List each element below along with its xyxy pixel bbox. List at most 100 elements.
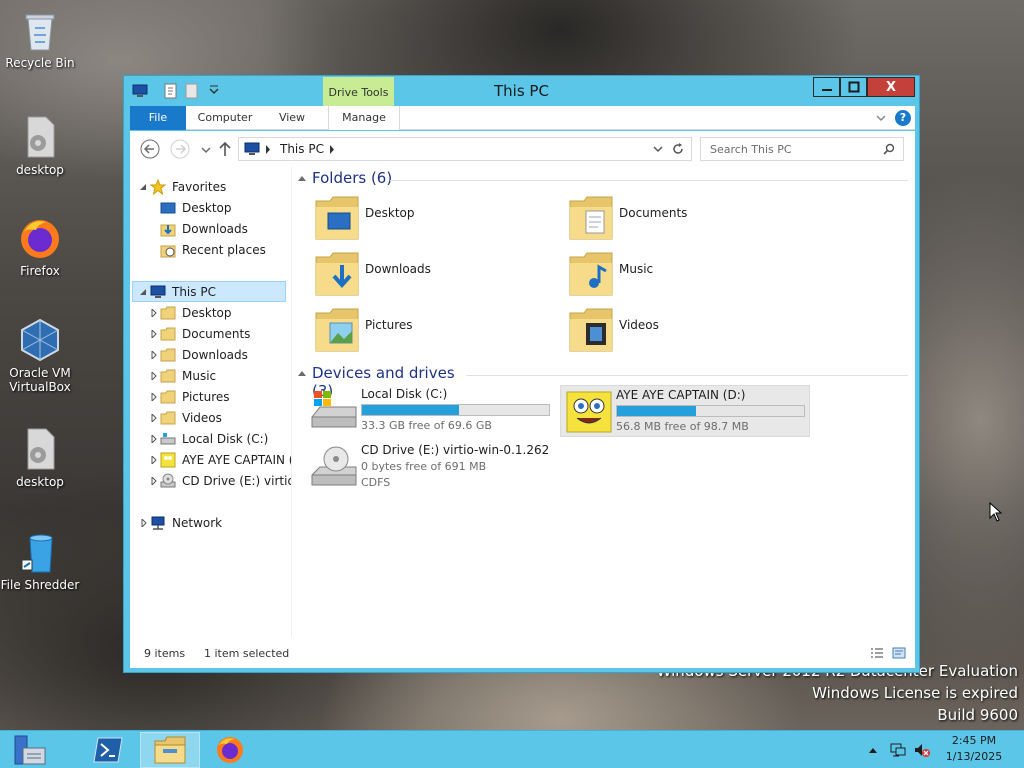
maximize-button[interactable] [840, 77, 867, 97]
folders-group-header[interactable]: Folders (6) [298, 169, 398, 189]
tab-file[interactable]: File [130, 106, 186, 130]
tree-pc-cd-drive[interactable]: CD Drive (E:) virtio-w [130, 471, 291, 492]
expand-ribbon-icon[interactable] [875, 112, 887, 124]
details-view-icon[interactable] [870, 647, 884, 659]
tree-pc-documents[interactable]: Documents [130, 324, 291, 345]
taskbar-clock[interactable]: 2:45 PM 1/13/2025 [936, 733, 1012, 765]
desktop-icon-virtualbox[interactable]: Oracle VM VirtualBox [0, 318, 80, 394]
desktop-icon-recycle-bin[interactable]: Recycle Bin [0, 8, 80, 70]
tree-label: Desktop [182, 306, 232, 320]
tree-pc-downloads[interactable]: Downloads [130, 345, 291, 366]
taskbar-firefox[interactable] [200, 732, 260, 768]
collapsed-arrow-icon[interactable] [150, 393, 158, 401]
folder-name: Desktop [365, 206, 415, 220]
collapsed-arrow-icon[interactable] [150, 477, 158, 485]
title-bar[interactable]: Drive Tools This PC X [124, 76, 919, 106]
tree-label: Recent places [182, 243, 266, 257]
tree-pc-aye-aye-captain[interactable]: AYE AYE CAPTAIN ( [130, 450, 292, 471]
desktop-icon-label: Oracle VM VirtualBox [9, 366, 71, 394]
maximize-icon [848, 81, 859, 93]
show-hidden-icons-icon[interactable] [868, 746, 878, 754]
collapsed-arrow-icon[interactable] [140, 519, 148, 527]
collapsed-arrow-icon[interactable] [150, 330, 158, 338]
tab-computer[interactable]: Computer [194, 106, 256, 130]
tree-fav-recent[interactable]: Recent places [130, 240, 291, 261]
tree-network[interactable]: Network [130, 513, 291, 534]
tree-fav-desktop[interactable]: Desktop [130, 198, 291, 219]
desktop-icon-label: Firefox [20, 264, 60, 278]
drive-tile-e[interactable]: CD Drive (E:) virtio-win-0.1.262 0 bytes… [306, 441, 556, 493]
taskbar-powershell[interactable] [78, 732, 138, 768]
tree-fav-downloads[interactable]: Downloads [130, 219, 291, 240]
folder-tile-documents[interactable]: Documents [560, 191, 810, 243]
recent-places-icon [160, 245, 176, 258]
ribbon-tabs: File Computer View Manage ? [130, 106, 915, 130]
tree-favorites[interactable]: Favorites [130, 177, 291, 198]
help-icon[interactable]: ? [895, 110, 911, 126]
navigation-bar: This PC Search This PC [130, 131, 915, 167]
group-collapse-icon[interactable] [298, 174, 306, 182]
address-dropdown-icon[interactable] [653, 145, 663, 153]
watermark-line: Windows License is expired [812, 684, 1018, 702]
spongebob-drive-icon [566, 391, 612, 433]
collapsed-arrow-icon[interactable] [150, 435, 158, 443]
close-button[interactable]: X [867, 77, 915, 97]
collapsed-arrow-icon[interactable] [150, 351, 158, 359]
up-arrow-icon[interactable] [215, 139, 235, 159]
folder-tile-pictures[interactable]: Pictures [306, 303, 556, 355]
taskbar-server-manager[interactable] [0, 732, 60, 768]
recent-locations-icon[interactable] [196, 139, 216, 159]
back-arrow-icon[interactable] [140, 139, 160, 159]
tree-pc-local-disk[interactable]: Local Disk (C:) [130, 429, 291, 450]
drive-tile-d[interactable]: AYE AYE CAPTAIN (D:) 56.8 MB free of 98.… [560, 385, 810, 437]
taskbar-file-explorer[interactable] [140, 732, 200, 768]
tree-label: Favorites [172, 180, 227, 194]
tree-pc-music[interactable]: Music [130, 366, 291, 387]
tree-label: AYE AYE CAPTAIN ( [182, 453, 292, 467]
volume-muted-icon[interactable] [914, 742, 930, 758]
desktop-icon-firefox[interactable]: Firefox [0, 216, 80, 278]
refresh-icon[interactable] [671, 142, 685, 156]
tree-pc-desktop[interactable]: Desktop [130, 303, 291, 324]
forward-arrow-icon[interactable] [170, 139, 190, 159]
folder-tile-videos[interactable]: Videos [560, 303, 810, 355]
large-icons-view-icon[interactable] [892, 647, 906, 659]
tab-manage[interactable]: Manage [328, 106, 400, 130]
tab-view[interactable]: View [270, 106, 314, 130]
folder-tile-downloads[interactable]: Downloads [306, 247, 556, 299]
group-collapse-icon[interactable] [298, 369, 306, 377]
folder-tile-desktop[interactable]: Desktop [306, 191, 556, 243]
expanded-arrow-icon[interactable] [139, 288, 147, 296]
breadcrumb-chevron-icon[interactable] [329, 145, 335, 154]
search-icon[interactable] [883, 143, 895, 155]
desktop-icon-file-shredder[interactable]: File Shredder [0, 530, 80, 592]
pictures-folder-icon [315, 308, 359, 352]
breadcrumb-chevron-icon[interactable] [265, 145, 271, 154]
drives-group-header[interactable]: Devices and drives (3) [298, 364, 468, 400]
spongebob-drive-icon [160, 452, 176, 468]
collapsed-arrow-icon[interactable] [150, 456, 158, 464]
folder-name: Pictures [365, 318, 413, 332]
tree-this-pc[interactable]: This PC [132, 281, 286, 302]
folder-name: Videos [619, 318, 659, 332]
drive-tile-c[interactable]: Local Disk (C:) 33.3 GB free of 69.6 GB [306, 385, 556, 437]
desktop-icon-desktop-2[interactable]: desktop [0, 427, 80, 489]
collapsed-arrow-icon[interactable] [150, 414, 158, 422]
minimize-button[interactable] [813, 77, 840, 97]
this-pc-icon [244, 142, 260, 155]
expanded-arrow-icon[interactable] [139, 183, 147, 191]
address-bar[interactable]: This PC [238, 137, 692, 161]
folder-icon [160, 369, 176, 383]
breadcrumb-this-pc[interactable]: This PC [280, 142, 324, 156]
collapsed-arrow-icon[interactable] [150, 372, 158, 380]
group-divider [466, 375, 908, 376]
desktop-icon-desktop[interactable]: desktop [0, 115, 80, 177]
drive-name: AYE AYE CAPTAIN (D:) [616, 388, 746, 402]
tree-pc-pictures[interactable]: Pictures [130, 387, 291, 408]
network-status-icon[interactable] [890, 742, 906, 758]
search-input[interactable]: Search This PC [710, 143, 792, 156]
folder-tile-music[interactable]: Music [560, 247, 810, 299]
collapsed-arrow-icon[interactable] [150, 309, 158, 317]
search-box[interactable]: Search This PC [700, 137, 904, 161]
tree-pc-videos[interactable]: Videos [130, 408, 291, 429]
